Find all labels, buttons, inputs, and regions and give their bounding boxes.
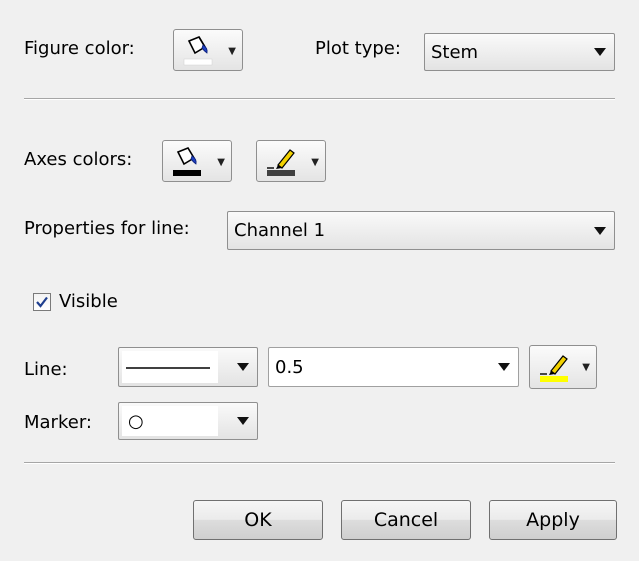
chevron-down-icon: ▼	[311, 157, 319, 168]
line-properties-label: Properties for line:	[24, 218, 190, 239]
line-properties-select[interactable]: Channel 1	[227, 211, 615, 250]
marker-select[interactable]: ○	[118, 402, 258, 440]
chevron-down-icon: ▼	[228, 46, 236, 57]
line-style-field	[122, 351, 218, 383]
chevron-down-icon: ▼	[217, 157, 225, 168]
dropdown-arrow-icon	[594, 226, 606, 235]
marker-field: ○	[122, 406, 218, 436]
line-color-button[interactable]: ▼	[529, 345, 597, 389]
line-width-value: 0.5	[275, 356, 304, 378]
check-icon	[36, 296, 48, 308]
solid-line-icon	[126, 367, 210, 369]
line-properties-value: Channel 1	[234, 220, 326, 241]
pen-icon	[264, 146, 298, 178]
line-width-select[interactable]: 0.5	[268, 347, 519, 387]
pen-icon	[537, 352, 571, 384]
separator-bottom	[24, 462, 615, 463]
plot-type-select[interactable]: Stem	[424, 33, 615, 71]
line-label: Line:	[24, 359, 68, 380]
line-style-select[interactable]	[118, 347, 258, 387]
visible-label: Visible	[59, 291, 118, 312]
paint-bucket-icon	[181, 35, 215, 67]
dropdown-arrow-icon	[237, 417, 249, 425]
axes-fill-color-button[interactable]: ▼	[162, 140, 232, 182]
figure-color-label: Figure color:	[24, 38, 135, 59]
figure-color-button[interactable]: ▼	[173, 29, 243, 71]
dropdown-arrow-icon	[498, 363, 510, 371]
dropdown-arrow-icon	[594, 48, 606, 56]
separator-top	[24, 98, 615, 99]
plot-type-label: Plot type:	[315, 38, 401, 59]
circle-marker-icon: ○	[128, 411, 144, 432]
plot-type-value: Stem	[431, 41, 479, 63]
cancel-button[interactable]: Cancel	[341, 500, 471, 540]
apply-button[interactable]: Apply	[489, 500, 617, 540]
ok-button[interactable]: OK	[193, 500, 323, 540]
paint-bucket-icon	[170, 146, 204, 178]
marker-label: Marker:	[24, 412, 92, 433]
dropdown-arrow-icon	[237, 363, 249, 371]
axes-colors-label: Axes colors:	[24, 149, 133, 170]
chevron-down-icon: ▼	[582, 362, 590, 373]
visible-checkbox[interactable]	[33, 293, 51, 311]
axes-line-color-button[interactable]: ▼	[256, 140, 326, 182]
